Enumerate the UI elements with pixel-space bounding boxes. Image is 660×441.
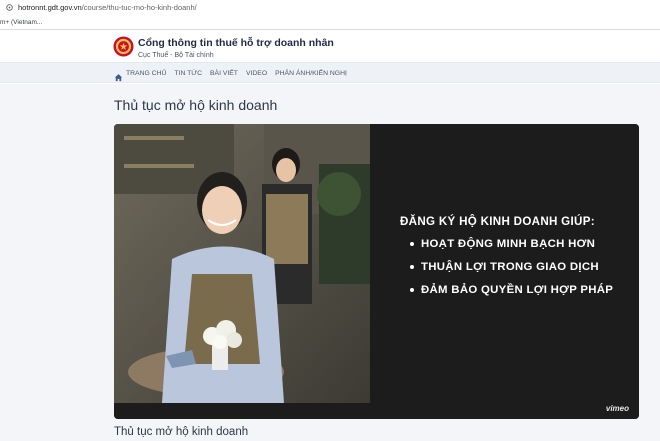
site-subtitle: Cục Thuế - Bộ Tài chính	[138, 52, 214, 59]
bookmark-item[interactable]: m+ (Vietnam...	[0, 19, 42, 26]
slide-bullet-text: HOẠT ĐỘNG MINH BẠCH HƠN	[421, 238, 596, 250]
video-thumbnail-photo	[114, 124, 370, 403]
slide-bullet: ĐẢM BẢO QUYỀN LỢI HỢP PHÁP	[410, 284, 613, 296]
main-nav: TRANG CHỦ TIN TỨC BÀI VIẾT VIDEO PHẢN ÁN…	[0, 62, 660, 83]
nav-item-feedback[interactable]: PHẢN ÁNH/KIẾN NGHỊ	[275, 70, 347, 77]
video-slide: ĐĂNG KÝ HỘ KINH DOANH GIÚP: HOẠT ĐỘNG MI…	[370, 124, 639, 403]
page-title: Thủ tục mở hộ kinh doanh	[114, 97, 278, 113]
home-icon[interactable]	[114, 69, 123, 82]
site-header: Cổng thông tin thuế hỗ trợ doanh nhân Cụ…	[0, 31, 660, 62]
slide-bullet-text: ĐẢM BẢO QUYỀN LỢI HỢP PHÁP	[421, 284, 614, 296]
site-title[interactable]: Cổng thông tin thuế hỗ trợ doanh nhân	[138, 37, 334, 49]
url-path: /course/thu-tuc-mo-ho-kinh-doanh/	[81, 3, 197, 12]
nav-item-home[interactable]: TRANG CHỦ	[126, 70, 166, 77]
nav-item-articles[interactable]: BÀI VIẾT	[210, 70, 238, 77]
slide-heading: ĐĂNG KÝ HỘ KINH DOANH GIÚP:	[400, 215, 595, 228]
nav-item-news[interactable]: TIN TỨC	[174, 70, 202, 77]
address-bar[interactable]: hotronnt.gdt.gov.vn/course/thu-tuc-mo-ho…	[0, 0, 660, 15]
bullet-dot-icon	[410, 265, 414, 269]
site-info-icon[interactable]	[6, 4, 13, 11]
nav-item-video[interactable]: VIDEO	[246, 70, 267, 77]
url-host: hotronnt.gdt.gov.vn	[18, 3, 82, 12]
bullet-dot-icon	[410, 288, 414, 292]
section-title: Thủ tục mở hộ kinh doanh	[114, 426, 249, 438]
bookmarks-bar: m+ (Vietnam...	[0, 15, 660, 30]
main-content: Thủ tục mở hộ kinh doanh ĐĂNG KÝ HỘ KINH…	[0, 84, 660, 441]
slide-bullet: THUẬN LỢI TRONG GIAO DỊCH	[410, 261, 599, 273]
bullet-dot-icon	[410, 242, 414, 246]
video-bottom-bar	[114, 403, 639, 419]
tax-emblem-icon[interactable]	[113, 36, 134, 57]
video-player[interactable]: ĐĂNG KÝ HỘ KINH DOANH GIÚP: HOẠT ĐỘNG MI…	[114, 124, 639, 419]
slide-bullet-text: THUẬN LỢI TRONG GIAO DỊCH	[421, 261, 599, 273]
slide-bullet: HOẠT ĐỘNG MINH BẠCH HƠN	[410, 238, 595, 250]
vimeo-logo[interactable]: vimeo	[606, 404, 629, 413]
